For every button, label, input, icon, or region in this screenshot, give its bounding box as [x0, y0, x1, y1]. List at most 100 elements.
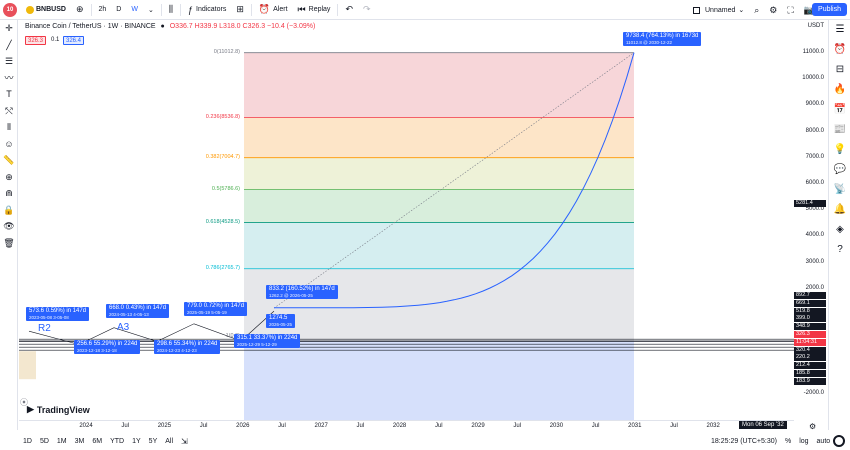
price-tick-label: 8000.0: [805, 127, 824, 134]
hotlists-icon[interactable]: 🔥: [829, 80, 850, 100]
projection-start-price: 779.0: [187, 303, 204, 309]
news-icon[interactable]: 📰: [829, 120, 850, 140]
interval-w-button[interactable]: W: [126, 0, 143, 20]
magnet-icon[interactable]: ⋒: [0, 185, 18, 202]
price-axis[interactable]: USDT 11000.0 10000.0 9000.0 8000.0 7000.0 600…: [794, 20, 828, 420]
fib-retracement-icon[interactable]: ☰: [0, 53, 18, 70]
search-button[interactable]: ⌕: [749, 0, 764, 20]
calendar-icon[interactable]: 📅: [829, 100, 850, 120]
axis-settings-button[interactable]: ⚙: [809, 422, 816, 431]
divider: [337, 3, 339, 16]
projection-label[interactable]: 833.2 (160.52%) in 147d 1262.2 @ 2026-05-…: [266, 285, 338, 299]
range-button[interactable]: 5D: [36, 438, 53, 445]
watchlist-icon[interactable]: ☰: [829, 20, 850, 40]
price-tag: 348.9: [794, 323, 826, 331]
replay-button[interactable]: ⏮ Replay: [293, 0, 336, 20]
streams-icon[interactable]: 📡: [829, 180, 850, 200]
interval-d-button[interactable]: D: [111, 0, 126, 20]
projection-sub-text: 2024-12-23 4-12-23: [157, 348, 197, 353]
emoji-icon[interactable]: ☺: [0, 136, 18, 153]
symbol-search-button[interactable]: BNBUSD: [21, 0, 71, 20]
zoom-in-icon[interactable]: ⊕: [0, 169, 18, 186]
date-range-icon[interactable]: ⇲: [181, 437, 188, 446]
interval-2h-button[interactable]: 2h: [94, 0, 112, 20]
price-tag: 326.3: [794, 331, 826, 338]
buy-button[interactable]: 326.4: [63, 36, 85, 45]
projection-label[interactable]: 9738.4 (764.13%) in 1673d 11012.8 @ 2030-…: [623, 32, 702, 46]
projection-main-text: 0.59%) in 147d: [45, 308, 87, 314]
range-button[interactable]: 3M: [71, 438, 89, 445]
currency-label[interactable]: USDT: [808, 23, 824, 29]
crosshair-icon[interactable]: ✛: [0, 20, 18, 37]
range-button[interactable]: 5Y: [145, 438, 162, 445]
fib-level-label: 0.382(7004.7): [205, 153, 240, 160]
range-button[interactable]: 1Y: [128, 438, 145, 445]
clock-time[interactable]: 18:25:29 (UTC+5:30): [707, 438, 781, 445]
measure-icon[interactable]: ⫴: [0, 119, 18, 136]
layers-icon[interactable]: ◈: [829, 220, 850, 240]
chat-icon[interactable]: 💬: [829, 160, 850, 180]
left-panel-collapse-icon[interactable]: ⦿: [20, 397, 28, 408]
trash-icon[interactable]: 🗑: [0, 235, 18, 252]
data-window-icon[interactable]: ⊟: [829, 60, 850, 80]
fib-level-label: 0.236(8536.8): [205, 113, 240, 120]
projection-label[interactable]: 779.0 0.72%) in 147d 2025-05-19 5-05-19: [184, 302, 248, 316]
fullscreen-button[interactable]: ⛶: [782, 0, 798, 20]
replay-icon: ⏮: [297, 4, 306, 14]
range-button[interactable]: All: [161, 438, 177, 445]
left-range-box: [19, 351, 36, 380]
price-tick-label: 5000.0: [805, 206, 824, 213]
chart-title: Binance Coin / TetherUS · 1W · BINANCE: [25, 23, 156, 30]
notifications-icon[interactable]: 🔔: [829, 200, 850, 220]
range-button[interactable]: YTD: [106, 438, 128, 445]
chart-legend: Binance Coin / TetherUS · 1W · BINANCE ●…: [25, 23, 315, 30]
ruler-icon[interactable]: 📏: [0, 152, 18, 169]
forecast-icon[interactable]: ⤲: [0, 103, 18, 120]
gear-icon: ⚙: [769, 4, 778, 15]
projection-label[interactable]: 298.6 55.34%) in 224d 2024-12-23 4-12-23: [154, 340, 221, 354]
user-avatar[interactable]: 10: [3, 2, 17, 17]
help-icon[interactable]: ?: [829, 240, 850, 260]
target-price-label[interactable]: 1274.5 2026-05-25: [266, 314, 296, 328]
time-axis[interactable]: 2024 Jul 2025 Jul 2026 Jul 2027 Jul 2028 Jul 2029 J…: [19, 420, 816, 432]
range-button[interactable]: 1M: [53, 438, 71, 445]
projection-main-text: 55.34%) in 224d: [173, 341, 218, 347]
lock-icon[interactable]: 🔒: [0, 202, 18, 219]
time-tick-label: Jul: [199, 423, 208, 429]
text-tool-icon[interactable]: T: [0, 86, 18, 103]
visibility-eye-icon[interactable]: ●: [161, 23, 165, 30]
alerts-clock-icon[interactable]: ⏰: [829, 40, 850, 60]
auto-toggle[interactable]: auto: [813, 438, 835, 445]
projection-label[interactable]: 315.1 33.37%) in 224d 2025-12-29 5-12-29: [234, 334, 301, 348]
projection-label[interactable]: 573.6 0.59%) in 147d 2023-05-08 3-05-08: [26, 307, 90, 321]
publish-button[interactable]: Publish: [812, 3, 847, 16]
price-tick-label: 3000.0: [805, 258, 824, 265]
symbol-label: BNBUSD: [36, 6, 66, 13]
alert-button[interactable]: ⏰ Alert: [254, 0, 293, 20]
percent-toggle[interactable]: %: [781, 438, 795, 445]
add-symbol-button[interactable]: ⊕: [71, 0, 89, 20]
settings-button[interactable]: ⚙: [764, 0, 782, 20]
range-button[interactable]: 1D: [19, 438, 36, 445]
trend-line-icon[interactable]: ╱: [0, 37, 18, 54]
redo-button[interactable]: ↷: [358, 0, 376, 20]
ideas-icon[interactable]: 💡: [829, 140, 850, 160]
interval-dropdown[interactable]: ⌄: [143, 0, 159, 20]
price-tag: 399.0: [794, 315, 826, 323]
log-toggle[interactable]: log: [795, 438, 812, 445]
pattern-icon[interactable]: 〰: [0, 70, 18, 87]
fib-band-gray: [244, 268, 634, 342]
indicators-button[interactable]: ƒ Indicators: [183, 0, 231, 20]
chart-pane[interactable]: Binance Coin / TetherUS · 1W · BINANCE ●…: [19, 20, 794, 420]
projection-label[interactable]: 668.0 0.43%) in 147d 2024-05-13 4-05-13: [106, 304, 170, 318]
templates-button[interactable]: ⊞: [231, 0, 249, 20]
sell-button[interactable]: 326.3: [25, 36, 47, 45]
projection-label[interactable]: 256.6 55.29%) in 224d 2023-12-18 3-12-18: [74, 340, 141, 354]
layout-select-button[interactable]: Unnamed ⌄: [688, 0, 749, 20]
chart-canvas[interactable]: [19, 20, 794, 420]
eye-icon[interactable]: 👁: [0, 218, 18, 235]
fib-band: [244, 222, 634, 269]
range-button[interactable]: 6M: [88, 438, 106, 445]
chart-type-button[interactable]: ⫼: [164, 0, 178, 20]
undo-button[interactable]: ↶: [340, 0, 358, 20]
